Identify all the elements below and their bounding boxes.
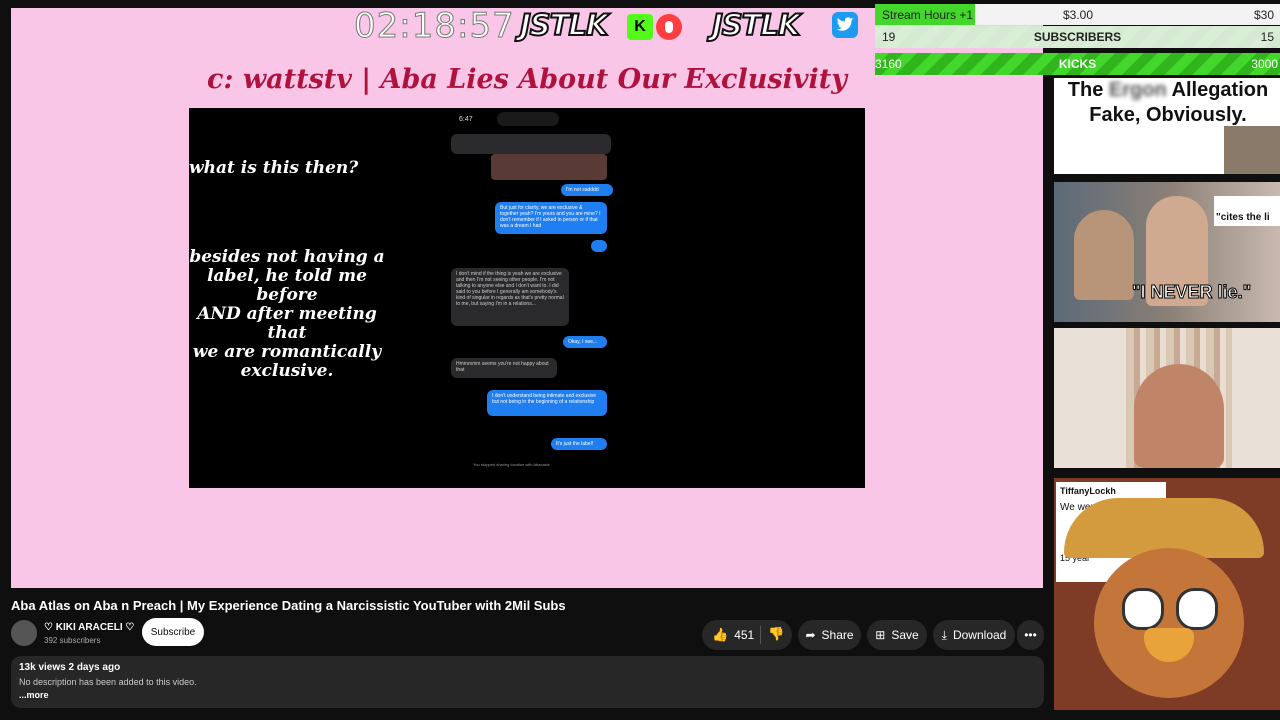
jstlk-logo-left: JSTLK <box>519 7 609 43</box>
description-box[interactable]: 13k views 2 days ago No description has … <box>11 656 1044 708</box>
share-icon: ➦ <box>805 628 816 642</box>
stream-hours-bar: Stream Hours +1 $3.00 $30 <box>875 4 1280 25</box>
caption-exclusive: besides not having a label, he told me b… <box>189 248 387 381</box>
subs-goal: 15 <box>1260 30 1274 44</box>
never-lie-caption: "I NEVER lie." <box>1131 282 1252 303</box>
tweet-handle: TiffanyLockh <box>1060 486 1116 496</box>
caption-line: AND after meeting that <box>197 304 377 343</box>
person-left <box>1074 210 1134 300</box>
like-dislike-group: 👍 451 👎 <box>702 620 792 650</box>
message-bubble: But just for clarity, we are exclusive &… <box>495 202 607 234</box>
download-icon: ⤓ <box>941 627 947 642</box>
caption-line: exclusive. <box>240 361 334 381</box>
divider <box>760 626 761 644</box>
eye-icon <box>1176 588 1218 630</box>
thumbnail-person <box>1224 126 1280 174</box>
kicks-label: KICKS <box>1058 57 1097 71</box>
shared-photo <box>491 154 607 180</box>
bookmark-icon: ⊞ <box>875 628 886 642</box>
channel-avatar[interactable] <box>11 620 37 646</box>
download-button[interactable]: ⤓ Download <box>933 620 1015 650</box>
kicks-goal: 3000 <box>1251 57 1278 71</box>
share-button[interactable]: ➦ Share <box>798 620 861 650</box>
stream-timer: 02:18:57 <box>354 6 515 47</box>
message-bubble: I don't understand being intimate and ex… <box>487 390 607 416</box>
subs-label: SUBSCRIBERS <box>1033 30 1122 44</box>
eye-icon <box>1122 588 1164 630</box>
money-goal: $30 <box>1253 7 1274 22</box>
subscribe-button[interactable]: Subscribe <box>142 618 204 646</box>
ellipsis-icon: ••• <box>1024 628 1037 642</box>
jstlk-logo-right: JSTLK <box>711 7 801 43</box>
twitter-icon <box>832 12 858 38</box>
thumbs-down-icon[interactable]: 👎 <box>768 626 784 642</box>
phone-clock: 6:47 <box>459 116 473 123</box>
location-notice: You stopped sharing location with Abacax… <box>473 462 550 467</box>
caption-line: label, he told me before <box>207 266 367 305</box>
more-actions-button[interactable]: ••• <box>1017 620 1044 650</box>
panel-text: Allegation <box>1171 79 1269 101</box>
like-button[interactable]: 👍 451 <box>712 627 754 643</box>
panel-text: Fake, Obviously. <box>1089 104 1247 126</box>
message-bubble: Okay, I see... <box>563 336 607 348</box>
record-icon <box>656 14 682 40</box>
kicks-bar: 3160 KICKS 3000 <box>875 53 1280 75</box>
caption-line: we are romantically <box>192 342 382 362</box>
bird-avatar <box>1094 548 1244 698</box>
message-bubble <box>591 240 607 252</box>
imessage-screenshot: 6:47 I'm not sadddd But just for clarity… <box>443 108 613 488</box>
clip-video[interactable]: what is this then? besides not having a … <box>189 108 865 488</box>
message-bubble: It's just the label! <box>551 438 607 450</box>
message-bubble: Hmmmmm seems you're not happy about that <box>451 358 557 378</box>
side-panel-woman <box>1054 328 1280 468</box>
subscriber-count: 392 subscribers <box>44 636 101 645</box>
like-count: 451 <box>734 628 755 642</box>
blurred-word: Ergon <box>1108 79 1167 101</box>
side-panel-never-lie: "cites the li "I NEVER lie." <box>1054 182 1280 322</box>
description-text: No description has been added to this vi… <box>19 677 197 687</box>
side-panel-allegation: The Ergon Allegation Fake, Obviously. <box>1054 78 1280 174</box>
stream-hours-label: Stream Hours +1 <box>882 7 974 22</box>
save-label: Save <box>891 628 919 642</box>
channel-name[interactable]: ♡ KIKI ARACELI ♡ <box>44 622 134 633</box>
message-bubble: I'm not sadddd <box>561 184 613 196</box>
video-title: Aba Atlas on Aba n Preach | My Experienc… <box>11 598 566 613</box>
subscribers-bar: 19 SUBSCRIBERS 15 <box>875 26 1280 48</box>
share-label: Share <box>821 628 854 642</box>
notification-banner <box>451 134 611 154</box>
voice-note-bubble: I don't mind if the thing is yeah we are… <box>451 268 569 326</box>
save-button[interactable]: ⊞ Save <box>867 620 927 650</box>
dynamic-island <box>497 112 559 126</box>
person <box>1134 364 1224 468</box>
stream-stage: c: wattstv | Aba Lies About Our Exclusiv… <box>11 8 1043 588</box>
views-date: 13k views 2 days ago <box>19 662 121 673</box>
caption-what-is-this: what is this then? <box>189 158 359 178</box>
more-link[interactable]: ...more <box>19 690 49 700</box>
tweet-card: "cites the li <box>1214 196 1280 226</box>
money-current: $3.00 <box>1063 7 1094 22</box>
caption-line: besides not having a <box>189 247 385 267</box>
download-label: Download <box>952 628 1007 642</box>
panel-text: The <box>1067 79 1104 101</box>
thumbs-up-icon: 👍 <box>712 627 729 642</box>
side-panel-vtuber: TiffanyLockh We weren't 15 year <box>1054 478 1280 710</box>
kick-icon: K <box>627 14 653 40</box>
